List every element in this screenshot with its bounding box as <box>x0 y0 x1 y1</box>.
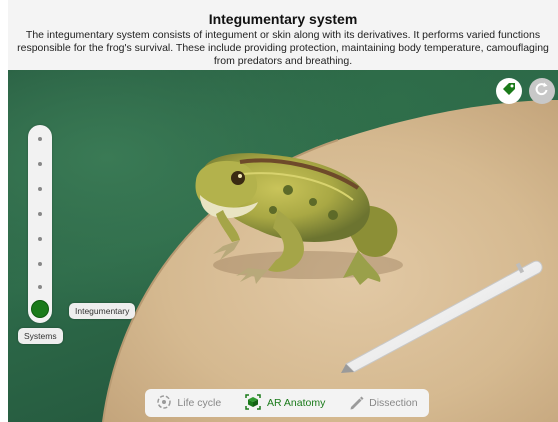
current-system-label: Integumentary <box>69 303 136 319</box>
ar-scene[interactable]: Systems Integumentary Life cycle AR Anat… <box>8 70 558 422</box>
tab-life-cycle[interactable]: Life cycle <box>156 394 221 413</box>
tab-ar-anatomy[interactable]: AR Anatomy <box>244 393 325 414</box>
tag-button[interactable] <box>496 78 522 104</box>
tag-icon <box>501 81 517 102</box>
slider-step[interactable] <box>38 237 42 241</box>
slider-step[interactable] <box>38 187 42 191</box>
tab-dissection[interactable]: Dissection <box>348 394 418 413</box>
systems-label: Systems <box>18 328 63 344</box>
pencil-icon <box>348 394 364 413</box>
reset-icon <box>534 81 550 102</box>
reset-button[interactable] <box>529 78 555 104</box>
slider-step[interactable] <box>38 137 42 141</box>
scene-drawing <box>102 100 558 422</box>
slider-step[interactable] <box>38 285 42 289</box>
life-cycle-icon <box>156 394 172 413</box>
page-title: Integumentary system <box>208 11 358 27</box>
slider-step[interactable] <box>38 262 42 266</box>
ar-cube-icon <box>244 393 262 414</box>
mode-tab-bar: Life cycle AR Anatomy Dissection <box>145 389 429 417</box>
app-frame: Integumentary system The integumentary s… <box>8 0 558 422</box>
slider-step[interactable] <box>38 162 42 166</box>
system-level-slider[interactable] <box>28 125 52 323</box>
slider-step[interactable] <box>38 212 42 216</box>
page-description: The integumentary system consists of int… <box>17 29 549 67</box>
info-header: Integumentary system The integumentary s… <box>8 0 558 70</box>
tab-ar-anatomy-label: AR Anatomy <box>266 397 326 409</box>
slider-knob[interactable] <box>31 300 49 318</box>
tab-dissection-label: Dissection <box>369 397 418 409</box>
tab-life-cycle-label: Life cycle <box>177 397 222 409</box>
